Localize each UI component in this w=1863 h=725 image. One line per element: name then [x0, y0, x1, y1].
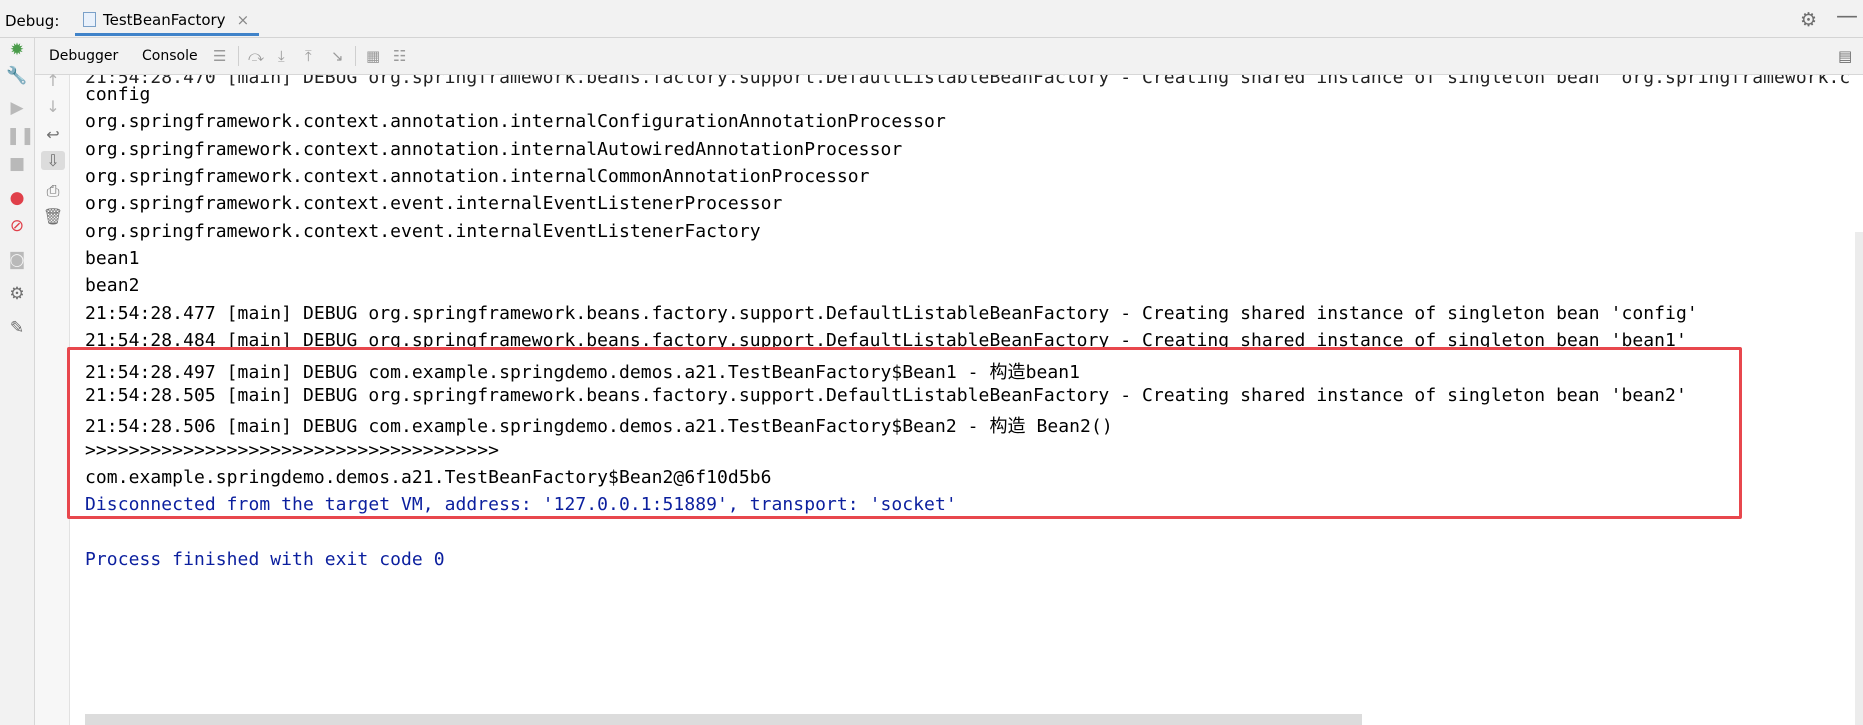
console-system-message: Disconnected from the target VM, address… [85, 494, 957, 515]
resume-icon[interactable]: ▶ [6, 98, 28, 118]
tab-title: TestBeanFactory [103, 10, 226, 29]
console-line: 21:54:28.497 [main] DEBUG com.example.sp… [85, 362, 1081, 383]
mute-breakpoints-icon[interactable]: ⊘ [6, 216, 28, 236]
console-line: config [85, 84, 151, 105]
console-line: org.springframework.context.annotation.i… [85, 111, 946, 132]
debug-bug-icon[interactable]: ✹ [6, 40, 28, 60]
scroll-to-end-icon[interactable]: ⇩ [41, 151, 65, 170]
toolbar-divider [238, 46, 239, 66]
horizontal-scrollbar[interactable] [85, 714, 1362, 725]
debugger-toolbar: Debugger Console ☰ ⤼ ⤓ ⤒ ↘ ▦ ☷ ▤ [35, 38, 1863, 75]
soft-wrap-icon[interactable]: ↩ [41, 125, 65, 144]
debug-tool-window-header: Debug: TestBeanFactory × ⚙ — [0, 0, 1863, 38]
tab-debugger[interactable]: Debugger [49, 48, 118, 64]
menu-lines-icon[interactable]: ☰ [213, 47, 226, 65]
console-line: 21:54:28.505 [main] DEBUG org.springfram… [85, 385, 1687, 406]
console-actions-strip: ↑ ↓ ↩ ⇩ ⎙ 🗑 [35, 71, 70, 725]
step-out-icon[interactable]: ⤒ [305, 47, 312, 65]
console-line: 21:54:28.470 [main] DEBUG org.springfram… [85, 75, 1851, 88]
debug-panel-label: Debug: [5, 12, 60, 30]
console-line: org.springframework.context.event.intern… [85, 221, 761, 242]
trace-icon[interactable]: ☷ [393, 47, 406, 65]
pin-icon[interactable]: ✎ [6, 318, 28, 338]
view-breakpoints-icon[interactable]: ● [6, 188, 28, 208]
step-over-icon[interactable]: ⤼ [248, 47, 264, 65]
stop-icon[interactable]: ■ [6, 154, 28, 174]
print-icon[interactable]: ⎙ [41, 181, 65, 201]
console-exit-message: Process finished with exit code 0 [85, 549, 445, 570]
pause-icon[interactable]: ❚❚ [6, 126, 35, 146]
settings-gear-icon[interactable]: ⚙ [1800, 9, 1817, 31]
console-line: 21:54:28.506 [main] DEBUG com.example.sp… [85, 416, 1113, 437]
console-line: org.springframework.context.annotation.i… [85, 139, 903, 160]
tab-console[interactable]: Console [142, 48, 198, 64]
console-output[interactable]: 21:54:28.470 [main] DEBUG org.springfram… [70, 75, 1863, 725]
toolbar-divider [355, 46, 356, 66]
vertical-scrollbar[interactable] [1855, 232, 1863, 725]
up-arrow-icon[interactable]: ↑ [41, 71, 65, 90]
evaluate-expression-icon[interactable]: ▦ [366, 47, 380, 65]
minimize-icon[interactable]: — [1836, 4, 1858, 29]
console-line: bean2 [85, 275, 140, 296]
console-line: bean1 [85, 248, 140, 269]
console-line: 21:54:28.484 [main] DEBUG org.springfram… [85, 330, 1687, 351]
run-config-icon [83, 12, 96, 27]
wrench-icon[interactable]: 🔧 [6, 66, 28, 86]
run-to-cursor-icon[interactable]: ↘ [331, 47, 344, 65]
console-line: org.springframework.context.event.intern… [85, 193, 783, 214]
down-arrow-icon[interactable]: ↓ [41, 97, 65, 116]
step-into-icon[interactable]: ⤓ [278, 47, 285, 65]
console-line: com.example.springdemo.demos.a21.TestBea… [85, 467, 772, 488]
layout-icon[interactable]: ▤ [1838, 47, 1852, 65]
console-line: org.springframework.context.annotation.i… [85, 166, 870, 187]
camera-icon[interactable]: ◙ [6, 250, 28, 270]
settings-icon[interactable]: ⚙ [6, 284, 28, 304]
debug-actions-bar: ✹ 🔧 ▶ ❚❚ ■ ● ⊘ ◙ ⚙ ✎ [0, 38, 35, 725]
tab-testbeanfactory[interactable]: TestBeanFactory × [75, 6, 260, 36]
console-line: >>>>>>>>>>>>>>>>>>>>>>>>>>>>>>>>>>>>>> [85, 440, 500, 461]
close-tab-icon[interactable]: × [237, 11, 250, 29]
clear-all-icon[interactable]: 🗑 [41, 207, 65, 226]
console-line: 21:54:28.477 [main] DEBUG org.springfram… [85, 303, 1698, 324]
